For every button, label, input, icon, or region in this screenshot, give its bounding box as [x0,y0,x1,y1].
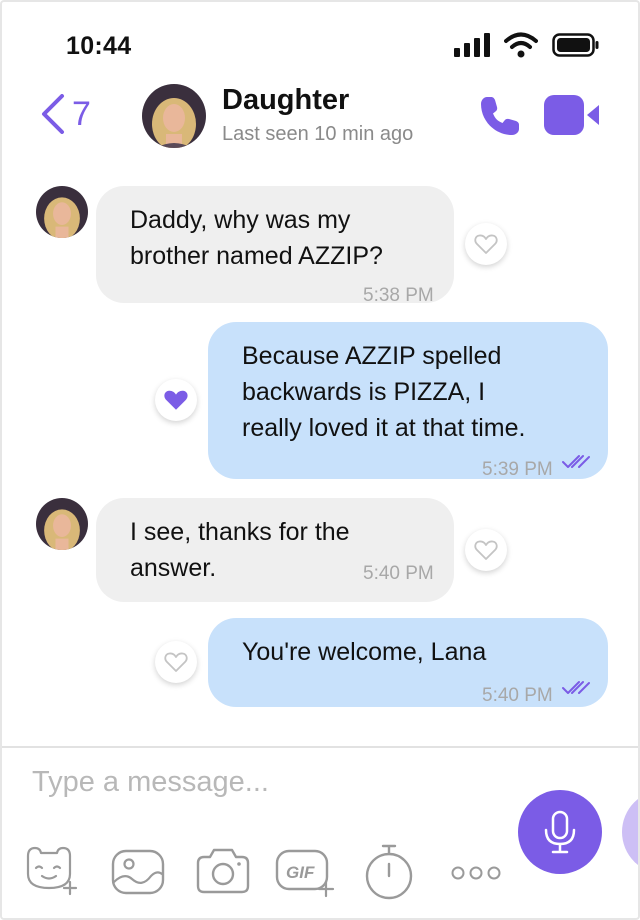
message-time: 5:40 PM [363,563,434,584]
message-bubble[interactable]: I see, thanks for the answer. 5:40 PM [96,498,454,602]
message-text: I see, thanks for the answer. [130,518,350,582]
status-icons [454,32,600,58]
gif-icon: GIF [275,849,335,898]
message-time: 5:38 PM [363,285,434,306]
message-input[interactable] [32,766,452,799]
read-receipt-icon [562,455,590,468]
heart-outline-icon [164,652,188,672]
heart-outline-icon [474,540,498,560]
sender-avatar[interactable] [36,498,88,550]
camera-icon [196,848,250,894]
message-bubble[interactable]: Daddy, why was my brother named AZZIP? 5… [96,186,454,306]
heart-filled-icon [164,390,188,410]
signal-icon [454,33,490,57]
voice-message-button[interactable] [518,790,602,874]
like-button[interactable] [155,379,197,421]
chevron-left-icon [42,94,64,134]
more-button[interactable] [450,864,502,887]
like-button[interactable] [465,529,507,571]
video-call-button[interactable] [543,94,601,141]
like-button[interactable] [155,641,197,683]
unread-count: 7 [72,94,91,133]
back-button[interactable]: 7 [40,94,91,134]
message-bubble[interactable]: Because AZZIP spelled backwards is PIZZA… [208,322,608,480]
timer-icon [365,844,413,900]
status-time: 10:44 [66,32,132,60]
camera-button[interactable] [194,846,252,901]
microphone-icon [544,810,576,854]
battery-icon [552,33,599,57]
message-text: Because AZZIP spelled backwards is PIZZA… [242,342,526,442]
message-bubble[interactable]: You're welcome, Lana 5:40 PM [208,618,608,707]
composer-divider [2,746,638,748]
contact-avatar[interactable] [142,84,206,148]
sticker-button[interactable] [22,844,82,901]
svg-text:GIF: GIF [286,863,315,882]
contact-name[interactable]: Daughter [222,84,349,117]
last-seen-status: Last seen 10 min ago [222,123,414,145]
message-time: 5:39 PM [482,459,553,480]
gif-button[interactable]: GIF [274,848,338,903]
message-text: Daddy, why was my brother named AZZIP? [130,206,383,270]
like-button[interactable] [465,223,507,265]
more-icon [451,866,501,880]
chat-screen: 10:44 7 Daughter Last seen 10 min ago Da… [0,0,640,920]
read-receipt-icon [562,681,590,694]
video-camera-icon [544,95,599,135]
timer-button[interactable] [364,844,414,905]
sender-avatar[interactable] [36,186,88,238]
gallery-icon [111,849,165,895]
message-time: 5:40 PM [482,685,553,706]
send-button-partial[interactable] [622,790,638,874]
voice-call-button[interactable] [478,94,522,143]
wifi-icon [504,32,538,58]
gallery-button[interactable] [110,848,166,901]
heart-outline-icon [474,234,498,254]
message-text: You're welcome, Lana [242,638,487,666]
sticker-icon [26,846,78,896]
phone-icon [481,97,519,135]
